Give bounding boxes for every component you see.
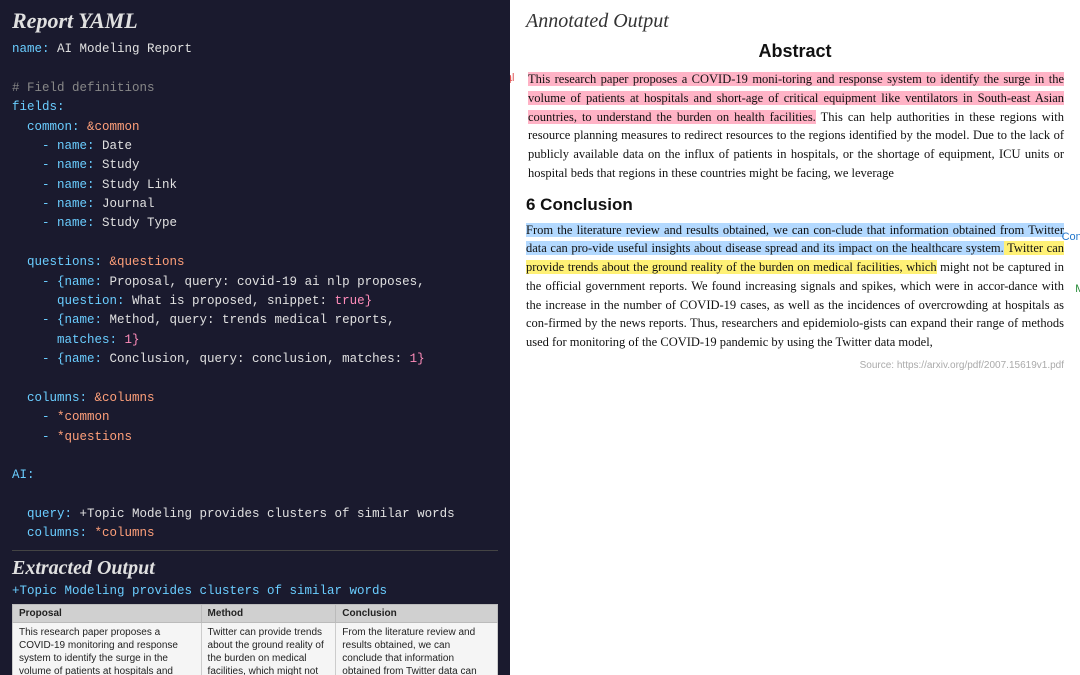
yaml-line: AI: (12, 466, 498, 485)
yaml-line (12, 234, 498, 253)
yaml-line: - name: Date (12, 137, 498, 156)
yaml-line: fields: (12, 98, 498, 117)
table-row: This research paper proposes a COVID-19 … (13, 622, 498, 675)
report-title: Report YAML (12, 8, 498, 34)
table-header-conclusion: Conclusion (336, 604, 498, 622)
yaml-line: - *questions (12, 428, 498, 447)
conclusion-annotation: Conclusion (1062, 231, 1080, 243)
yaml-line: - name: Study Link (12, 176, 498, 195)
yaml-line: name: AI Modeling Report (12, 40, 498, 59)
yaml-comment: # Field definitions (12, 79, 498, 98)
left-panel: Report YAML name: AI Modeling Report # F… (0, 0, 510, 675)
yaml-content: name: AI Modeling Report # Field definit… (12, 40, 498, 544)
source-citation: Source: https://arxiv.org/pdf/2007.15619… (526, 360, 1064, 371)
right-panel: Annotated Output Abstract Proposal Propo… (510, 0, 1080, 675)
extracted-table: Proposal Method Conclusion This research… (12, 604, 498, 675)
proposal-label: Proposal (510, 72, 511, 89)
table-cell-method: Twitter can provide trends about the gro… (201, 622, 336, 675)
yaml-line: columns: *columns (12, 524, 498, 543)
conclusion-highlight-blue: From the literature review and results o… (526, 223, 1064, 256)
annotated-title: Annotated Output (526, 10, 1064, 33)
yaml-line: questions: &questions (12, 253, 498, 272)
yaml-line: - {name: Conclusion, query: conclusion, … (12, 350, 498, 369)
yaml-line: - name: Journal (12, 195, 498, 214)
conclusion-block: From the literature review and results o… (526, 221, 1064, 352)
yaml-line: columns: &columns (12, 389, 498, 408)
section-divider (12, 550, 498, 551)
yaml-line: - {name: Proposal, query: covid-19 ai nl… (12, 273, 498, 292)
yaml-line (12, 59, 498, 78)
yaml-line: - name: Study (12, 156, 498, 175)
yaml-line: - *common (12, 408, 498, 427)
table-cell-proposal: This research paper proposes a COVID-19 … (13, 622, 202, 675)
extracted-title: Extracted Output (12, 557, 498, 580)
yaml-line: - name: Study Type (12, 214, 498, 233)
yaml-line: common: &common (12, 118, 498, 137)
yaml-line (12, 369, 498, 388)
yaml-line: - {name: Method, query: trends medical r… (12, 311, 498, 330)
abstract-heading: Abstract (526, 41, 1064, 62)
conclusion-text: From the literature review and results o… (526, 221, 1064, 352)
yaml-line: matches: 1} (12, 331, 498, 350)
topic-modeling-line: +Topic Modeling provides clusters of sim… (12, 584, 498, 598)
yaml-line (12, 447, 498, 466)
conclusion-heading: 6 Conclusion (526, 195, 1064, 215)
table-header-method: Method (201, 604, 336, 622)
table-cell-conclusion: From the literature review and results o… (336, 622, 498, 675)
abstract-block: Proposal Proposal This research paper pr… (526, 70, 1064, 183)
abstract-text: Proposal This research paper proposes a … (526, 70, 1064, 183)
table-header-proposal: Proposal (13, 604, 202, 622)
method-annotation: Method (1075, 283, 1080, 295)
yaml-line (12, 486, 498, 505)
yaml-line: query: +Topic Modeling provides clusters… (12, 505, 498, 524)
yaml-line: question: What is proposed, snippet: tru… (12, 292, 498, 311)
